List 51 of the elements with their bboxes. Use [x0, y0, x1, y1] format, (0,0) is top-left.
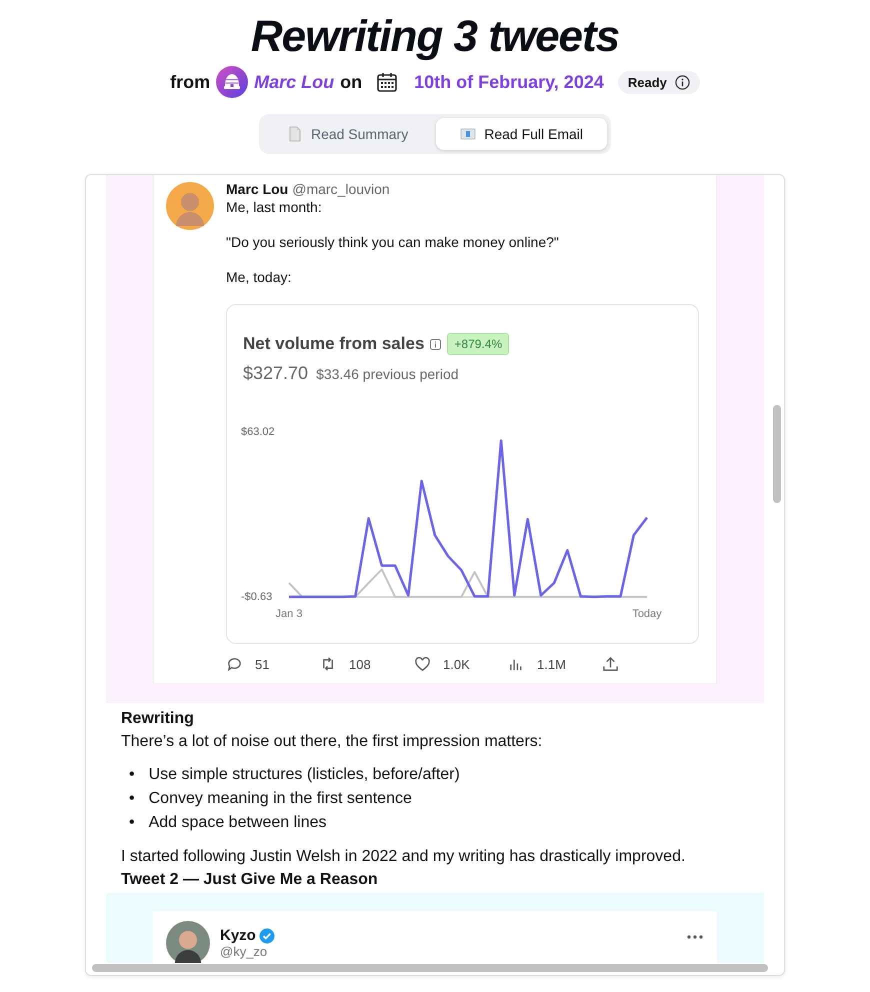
- more-icon[interactable]: [687, 935, 703, 939]
- tweet-author: Kyzo: [220, 927, 256, 944]
- avatar-icon: [166, 182, 214, 230]
- from-label: from: [170, 72, 210, 92]
- share-icon[interactable]: [602, 656, 619, 673]
- list-item: Use simple structures (listicles, before/after): [148, 765, 460, 785]
- bullet-mark: •: [129, 813, 135, 833]
- list-item: Convey meaning in the first sentence: [148, 789, 412, 809]
- y-axis-label: -$0.63: [241, 591, 272, 603]
- x-axis-label: Today: [632, 608, 662, 620]
- amount-value: $327.70: [243, 363, 308, 384]
- view-tab[interactable]: Read Full Email: [436, 118, 608, 150]
- list-item: Add space between lines: [148, 813, 327, 833]
- calendar-icon: [376, 71, 398, 93]
- section-heading: Tweet 2 — Just Give Me a Reason: [121, 870, 379, 890]
- page-title: Rewriting 3 tweets: [250, 11, 620, 63]
- change-badge: +879.4%: [447, 333, 510, 355]
- email-date: 10th of February, 2024: [414, 72, 604, 92]
- paragraph: I started following Justin Welsh in 2022 and my writing has drastically improved.: [121, 847, 686, 867]
- vertical-scrollbar[interactable]: [773, 405, 781, 503]
- x-axis-label: Jan 3: [276, 608, 302, 620]
- action-count: 108: [349, 657, 371, 672]
- info-icon: [430, 338, 442, 350]
- tweet-text: "Do you seriously think you can make money online?": [226, 234, 560, 251]
- envelope-icon: [460, 126, 476, 142]
- bullet-mark: •: [129, 789, 135, 809]
- info-icon[interactable]: [674, 74, 690, 90]
- bullet-mark: •: [129, 765, 135, 785]
- sender-avatar-icon: [216, 66, 248, 98]
- y-axis-label: $63.02: [241, 426, 275, 438]
- card-title: Net volume from sales: [243, 334, 424, 354]
- view-tab[interactable]: Read Summary: [262, 118, 432, 150]
- document-icon: [286, 126, 303, 142]
- tweet-text: Me, last month:: [226, 199, 323, 216]
- sender-name[interactable]: Marc Lou: [254, 72, 334, 92]
- tweet-author: Marc Lou: [226, 181, 288, 197]
- avatar-icon: [166, 921, 210, 963]
- heart-icon[interactable]: [414, 656, 431, 673]
- section-heading: Rewriting: [121, 709, 195, 729]
- tweet-text: Me, today:: [226, 269, 292, 286]
- on-label: on: [340, 72, 362, 92]
- horizontal-scrollbar[interactable]: [92, 964, 768, 972]
- tweet-handle: @ky_zo: [220, 944, 268, 959]
- tweet-handle: @marc_louvion: [292, 181, 390, 197]
- status-label: Ready: [628, 74, 667, 90]
- action-count: 1.1M: [537, 657, 566, 672]
- action-count: 51: [255, 657, 270, 672]
- previous-period: $33.46 previous period: [316, 366, 459, 382]
- action-count: 1.0K: [443, 657, 470, 672]
- reply-icon[interactable]: [226, 656, 243, 673]
- paragraph: There’s a lot of noise out there, the first impression matters:: [121, 732, 544, 752]
